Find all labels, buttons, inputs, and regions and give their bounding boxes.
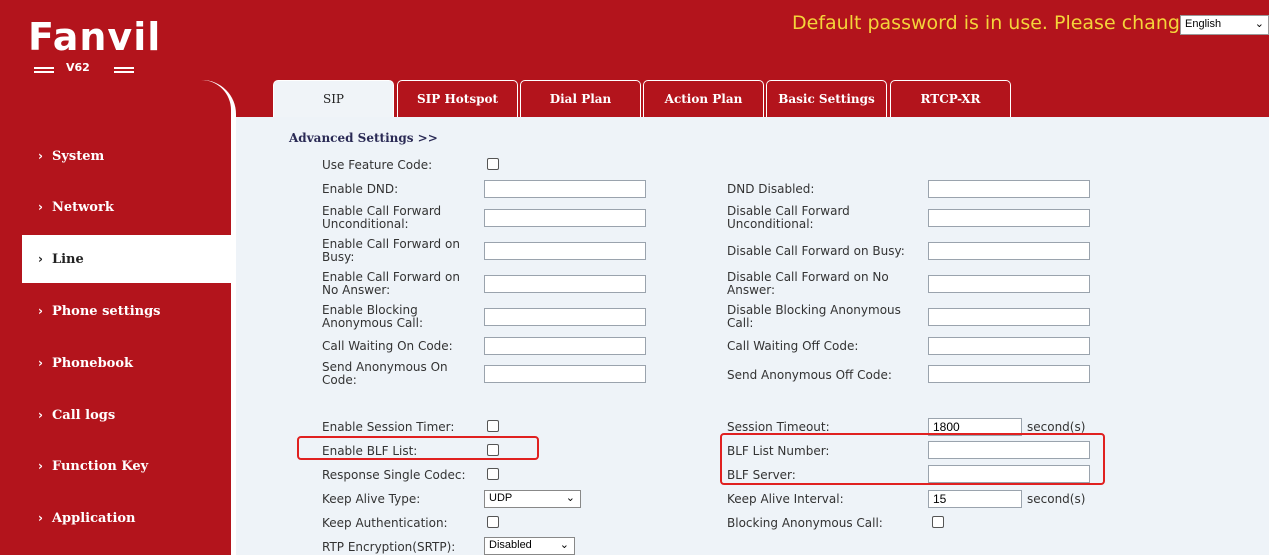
dnd-disabled-label: DND Disabled: bbox=[727, 182, 815, 196]
sidebar-item-phone-settings[interactable]: › Phone settings bbox=[0, 287, 231, 335]
sidebar-item-application[interactable]: › Application bbox=[0, 494, 231, 542]
enable-blocking-anonymous-input[interactable] bbox=[484, 308, 646, 326]
disable-cf-no-answer-label: Disable Call Forward on No Answer: bbox=[727, 270, 889, 297]
keep-alive-interval-label: Keep Alive Interval: bbox=[727, 492, 844, 506]
advanced-settings-title[interactable]: Advanced Settings >> bbox=[289, 131, 438, 145]
tab-dial-plan[interactable]: Dial Plan bbox=[520, 80, 641, 117]
chevron-right-icon: › bbox=[38, 252, 43, 266]
tab-sip[interactable]: SIP bbox=[273, 80, 394, 117]
disable-cf-no-answer-input[interactable] bbox=[928, 275, 1090, 293]
response-single-codec-label: Response Single Codec: bbox=[322, 468, 466, 482]
tab-rtcp-xr[interactable]: RTCP-XR bbox=[890, 80, 1011, 117]
enable-session-timer-label: Enable Session Timer: bbox=[322, 420, 455, 434]
default-password-warning[interactable]: Default password is in use. Please chang… bbox=[792, 12, 1192, 34]
chevron-down-icon: ⌄ bbox=[565, 492, 575, 504]
disable-cf-busy-label: Disable Call Forward on Busy: bbox=[727, 244, 905, 258]
disable-blocking-anonymous-input[interactable] bbox=[928, 308, 1090, 326]
keep-authentication-label: Keep Authentication: bbox=[322, 516, 448, 530]
session-timeout-unit: second(s) bbox=[1027, 420, 1086, 434]
blf-list-highlight-box bbox=[297, 436, 539, 460]
response-single-codec-checkbox[interactable] bbox=[487, 468, 499, 480]
sidebar-item-system[interactable]: › System bbox=[0, 132, 231, 180]
rtp-encryption-select[interactable]: Disabled ⌄ bbox=[484, 537, 575, 555]
keep-authentication-checkbox[interactable] bbox=[487, 516, 499, 528]
keep-alive-interval-input[interactable]: 15 bbox=[928, 490, 1022, 508]
enable-cf-unconditional-input[interactable] bbox=[484, 209, 646, 227]
enable-session-timer-checkbox[interactable] bbox=[487, 420, 499, 432]
chevron-right-icon: › bbox=[38, 356, 43, 370]
keep-alive-type-select[interactable]: UDP ⌄ bbox=[484, 490, 581, 508]
call-waiting-off-label: Call Waiting Off Code: bbox=[727, 339, 859, 353]
send-anonymous-off-label: Send Anonymous Off Code: bbox=[727, 368, 892, 382]
sidebar-item-network[interactable]: › Network bbox=[0, 183, 231, 231]
use-feature-code-label: Use Feature Code: bbox=[322, 158, 433, 172]
sidebar: › System › Network › Line › Phone settings ›… bbox=[0, 80, 231, 555]
chevron-down-icon: ⌄ bbox=[1254, 18, 1264, 30]
disable-cf-unconditional-label: Disable Call Forward Unconditional: bbox=[727, 204, 850, 231]
blf-settings-highlight-box bbox=[720, 433, 1105, 485]
model-name: V62 bbox=[66, 61, 90, 74]
enable-cf-no-answer-input[interactable] bbox=[484, 275, 646, 293]
tab-basic-settings[interactable]: Basic Settings bbox=[766, 80, 887, 117]
chevron-right-icon: › bbox=[38, 304, 43, 318]
call-waiting-on-label: Call Waiting On Code: bbox=[322, 339, 453, 353]
chevron-right-icon: › bbox=[38, 149, 43, 163]
chevron-right-icon: › bbox=[38, 459, 43, 473]
enable-blocking-anonymous-label: Enable Blocking Anonymous Call: bbox=[322, 303, 424, 330]
chevron-right-icon: › bbox=[38, 511, 43, 525]
enable-cf-busy-input[interactable] bbox=[484, 242, 646, 260]
enable-cf-busy-label: Enable Call Forward on Busy: bbox=[322, 237, 460, 264]
disable-cf-busy-input[interactable] bbox=[928, 242, 1090, 260]
fanvil-logo: Fanvil V62 bbox=[28, 15, 162, 77]
rtp-encryption-label: RTP Encryption(SRTP): bbox=[322, 540, 456, 554]
sidebar-item-phonebook[interactable]: › Phonebook bbox=[0, 339, 231, 387]
enable-dnd-label: Enable DND: bbox=[322, 182, 399, 196]
keep-alive-interval-unit: second(s) bbox=[1027, 492, 1086, 506]
use-feature-code-checkbox[interactable] bbox=[487, 158, 499, 170]
tab-action-plan[interactable]: Action Plan bbox=[643, 80, 764, 117]
blocking-anonymous-call-checkbox[interactable] bbox=[932, 516, 944, 528]
blocking-anonymous-call-label: Blocking Anonymous Call: bbox=[727, 516, 883, 530]
enable-cf-no-answer-label: Enable Call Forward on No Answer: bbox=[322, 270, 460, 297]
call-waiting-off-input[interactable] bbox=[928, 337, 1090, 355]
send-anonymous-on-label: Send Anonymous On Code: bbox=[322, 360, 448, 387]
sidebar-item-line[interactable]: › Line bbox=[22, 235, 231, 283]
sidebar-item-call-logs[interactable]: › Call logs bbox=[0, 391, 231, 439]
call-waiting-on-input[interactable] bbox=[484, 337, 646, 355]
tab-sip-hotspot[interactable]: SIP Hotspot bbox=[397, 80, 518, 117]
keep-alive-type-label: Keep Alive Type: bbox=[322, 492, 421, 506]
chevron-right-icon: › bbox=[38, 200, 43, 214]
send-anonymous-on-input[interactable] bbox=[484, 365, 646, 383]
enable-cf-unconditional-label: Enable Call Forward Unconditional: bbox=[322, 204, 442, 231]
dnd-disabled-input[interactable] bbox=[928, 180, 1090, 198]
enable-dnd-input[interactable] bbox=[484, 180, 646, 198]
brand-name: Fanvil bbox=[28, 15, 162, 59]
chevron-right-icon: › bbox=[38, 408, 43, 422]
send-anonymous-off-input[interactable] bbox=[928, 365, 1090, 383]
disable-blocking-anonymous-label: Disable Blocking Anonymous Call: bbox=[727, 303, 901, 330]
sidebar-item-function-key[interactable]: › Function Key bbox=[0, 442, 231, 490]
chevron-down-icon: ⌄ bbox=[559, 539, 569, 551]
language-select[interactable]: English ⌄ bbox=[1180, 15, 1269, 35]
disable-cf-unconditional-input[interactable] bbox=[928, 209, 1090, 227]
